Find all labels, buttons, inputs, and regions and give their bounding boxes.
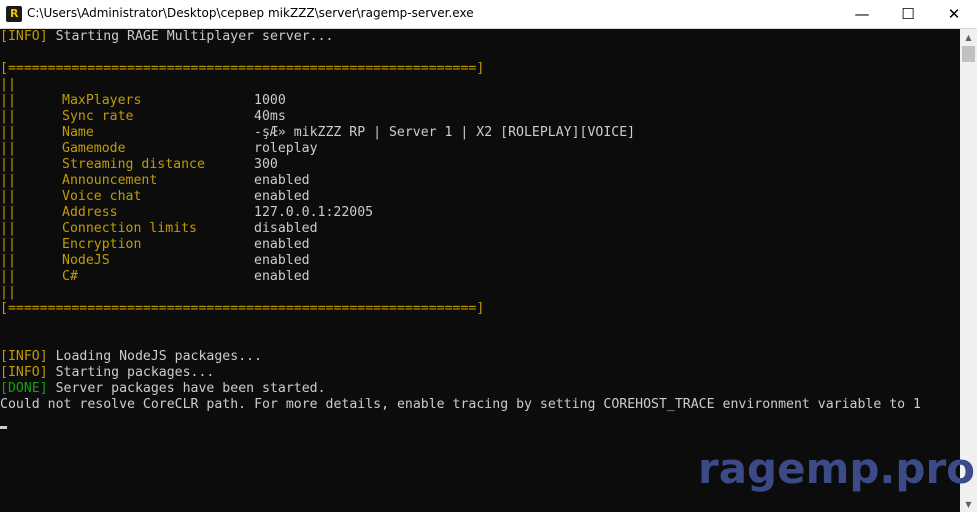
config-bar: || xyxy=(0,253,16,268)
close-button[interactable]: ✕ xyxy=(931,0,977,28)
scroll-down-arrow-icon[interactable]: ▼ xyxy=(960,496,977,512)
config-bar: || xyxy=(0,205,16,220)
config-value: -şÆ» mikZZZ RP | Server 1 | X2 [ROLEPLAY… xyxy=(254,125,636,140)
log-text: Starting RAGE Multiplayer server... xyxy=(47,29,334,44)
config-bar: || xyxy=(0,93,16,108)
log-tag: [INFO] xyxy=(0,29,48,44)
config-key: Announcement xyxy=(62,173,158,188)
rage-logo-icon[interactable]: R xyxy=(6,6,22,22)
console-line-log: [DONE] Server packages have been started… xyxy=(0,381,326,397)
scroll-thumb[interactable] xyxy=(962,46,975,62)
config-key: Connection limits xyxy=(62,221,197,236)
log-text: Server packages have been started. xyxy=(47,381,326,396)
config-bar: || xyxy=(0,189,16,204)
console-line-error: Could not resolve CoreCLR path. For more… xyxy=(0,397,921,412)
log-tag: [INFO] xyxy=(0,349,48,364)
log-tag: [DONE] xyxy=(0,381,48,396)
log-tag: [INFO] xyxy=(0,365,48,380)
maximize-button[interactable]: ☐ xyxy=(885,0,931,28)
config-value: disabled xyxy=(254,221,318,236)
config-bar: || xyxy=(0,77,16,92)
config-value: enabled xyxy=(254,173,310,188)
config-bar: || xyxy=(0,221,16,236)
config-value: enabled xyxy=(254,237,310,252)
text-cursor xyxy=(0,426,7,429)
console-line-start: [INFO] Starting RAGE Multiplayer server.… xyxy=(0,29,333,45)
config-key: Name xyxy=(62,125,94,140)
config-key: Gamemode xyxy=(62,141,126,156)
console-line-log: [INFO] Loading NodeJS packages... xyxy=(0,349,262,365)
config-key: C# xyxy=(62,269,78,284)
config-bar: || xyxy=(0,141,16,156)
config-key: Sync rate xyxy=(62,109,134,124)
config-key: Streaming distance xyxy=(62,157,205,172)
config-bar: || xyxy=(0,109,16,124)
config-value: enabled xyxy=(254,189,310,204)
maximize-icon: ☐ xyxy=(901,5,915,23)
close-icon: ✕ xyxy=(947,5,961,23)
minimize-button[interactable]: — xyxy=(839,0,885,28)
config-border-bottom: [=======================================… xyxy=(0,301,485,316)
config-bar: || xyxy=(0,269,16,284)
config-key: Voice chat xyxy=(62,189,142,204)
config-bar: || xyxy=(0,157,16,172)
config-bar: || xyxy=(0,125,16,140)
scroll-up-arrow-icon[interactable]: ▲ xyxy=(960,29,977,45)
config-bar: || xyxy=(0,237,16,252)
log-text: Starting packages... xyxy=(47,365,215,380)
window-title: C:\Users\Administrator\Desktop\сервер mi… xyxy=(27,6,474,20)
config-value: 40ms xyxy=(254,109,286,124)
config-key: Encryption xyxy=(62,237,142,252)
config-value: enabled xyxy=(254,269,310,284)
config-value: 1000 xyxy=(254,93,286,108)
config-value: 300 xyxy=(254,157,278,172)
config-value: enabled xyxy=(254,253,310,268)
config-value: roleplay xyxy=(254,141,318,156)
config-key: NodeJS xyxy=(62,253,110,268)
console-output[interactable]: [INFO] Starting RAGE Multiplayer server.… xyxy=(0,29,960,512)
config-border-top: [=======================================… xyxy=(0,61,485,76)
config-value: 127.0.0.1:22005 xyxy=(254,205,374,220)
log-text: Loading NodeJS packages... xyxy=(47,349,263,364)
config-key: Address xyxy=(62,205,118,220)
console-line-log: [INFO] Starting packages... xyxy=(0,365,214,381)
config-bar: || xyxy=(0,173,16,188)
config-key: MaxPlayers xyxy=(62,93,142,108)
title-bar[interactable]: R C:\Users\Administrator\Desktop\сервер … xyxy=(0,0,977,29)
config-bar: || xyxy=(0,285,16,300)
watermark: ragemp.pro xyxy=(698,444,976,493)
minimize-icon: — xyxy=(854,5,870,23)
vertical-scrollbar[interactable]: ▲ ▼ xyxy=(960,29,977,512)
